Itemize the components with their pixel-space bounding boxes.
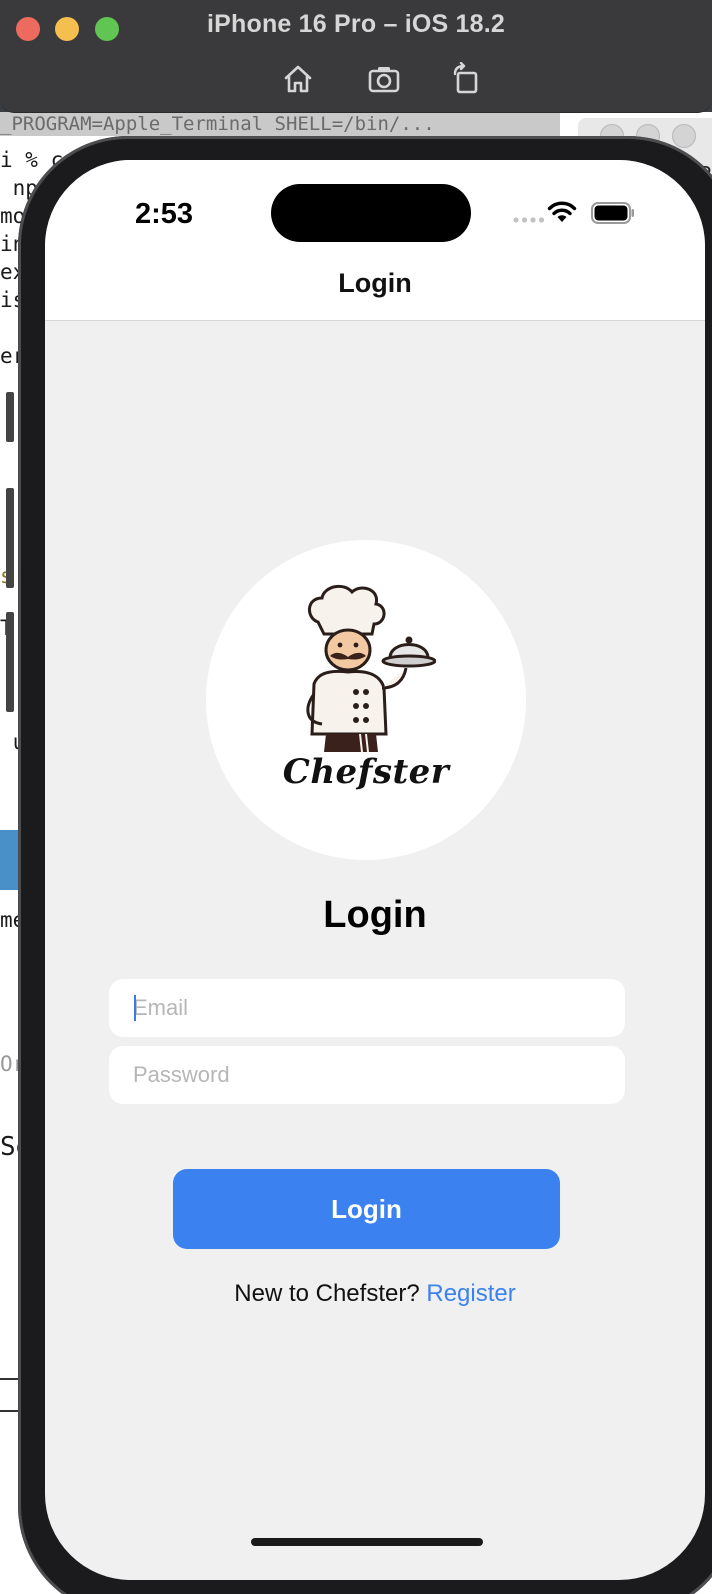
terminal-scroll-mark <box>6 612 14 712</box>
screenshot-icon[interactable] <box>367 62 401 96</box>
window-button <box>672 124 696 148</box>
email-field[interactable] <box>109 979 625 1037</box>
wifi-icon <box>547 201 577 222</box>
logo-wordmark: Chefster <box>282 752 450 792</box>
signal-icon <box>513 217 545 223</box>
terminal-title-strip: _PROGRAM=Apple_Terminal SHELL=/bin/... <box>0 112 560 136</box>
rotate-icon[interactable] <box>449 61 483 96</box>
chef-mascot-icon <box>306 584 436 753</box>
dynamic-island <box>271 184 471 242</box>
battery-icon <box>591 202 634 224</box>
home-indicator[interactable] <box>251 1538 483 1546</box>
simulator-titlebar: iPhone 16 Pro – iOS 18.2 <box>0 0 712 113</box>
register-link[interactable]: Register <box>426 1280 515 1307</box>
navigation-header: 2:53 Login <box>45 160 705 321</box>
login-button[interactable]: Login <box>173 1169 560 1249</box>
iphone-screen: 2:53 Login Chefster Login Email Login Ne… <box>45 160 705 1580</box>
register-prompt-text: New to Chefster? <box>234 1280 420 1307</box>
status-time: 2:53 <box>135 198 194 230</box>
password-field[interactable] <box>109 1046 625 1104</box>
page-title: Login <box>323 894 427 936</box>
simulator-title: iPhone 16 Pro – iOS 18.2 <box>207 10 505 38</box>
terminal-scroll-mark <box>6 488 14 588</box>
terminal-scroll-mark <box>6 392 14 442</box>
logo-badge: Chefster <box>206 540 526 860</box>
register-prompt: New to Chefster? Register <box>45 1280 705 1308</box>
home-icon[interactable] <box>281 62 315 96</box>
nav-title: Login <box>338 268 412 298</box>
text-cursor <box>134 995 136 1021</box>
